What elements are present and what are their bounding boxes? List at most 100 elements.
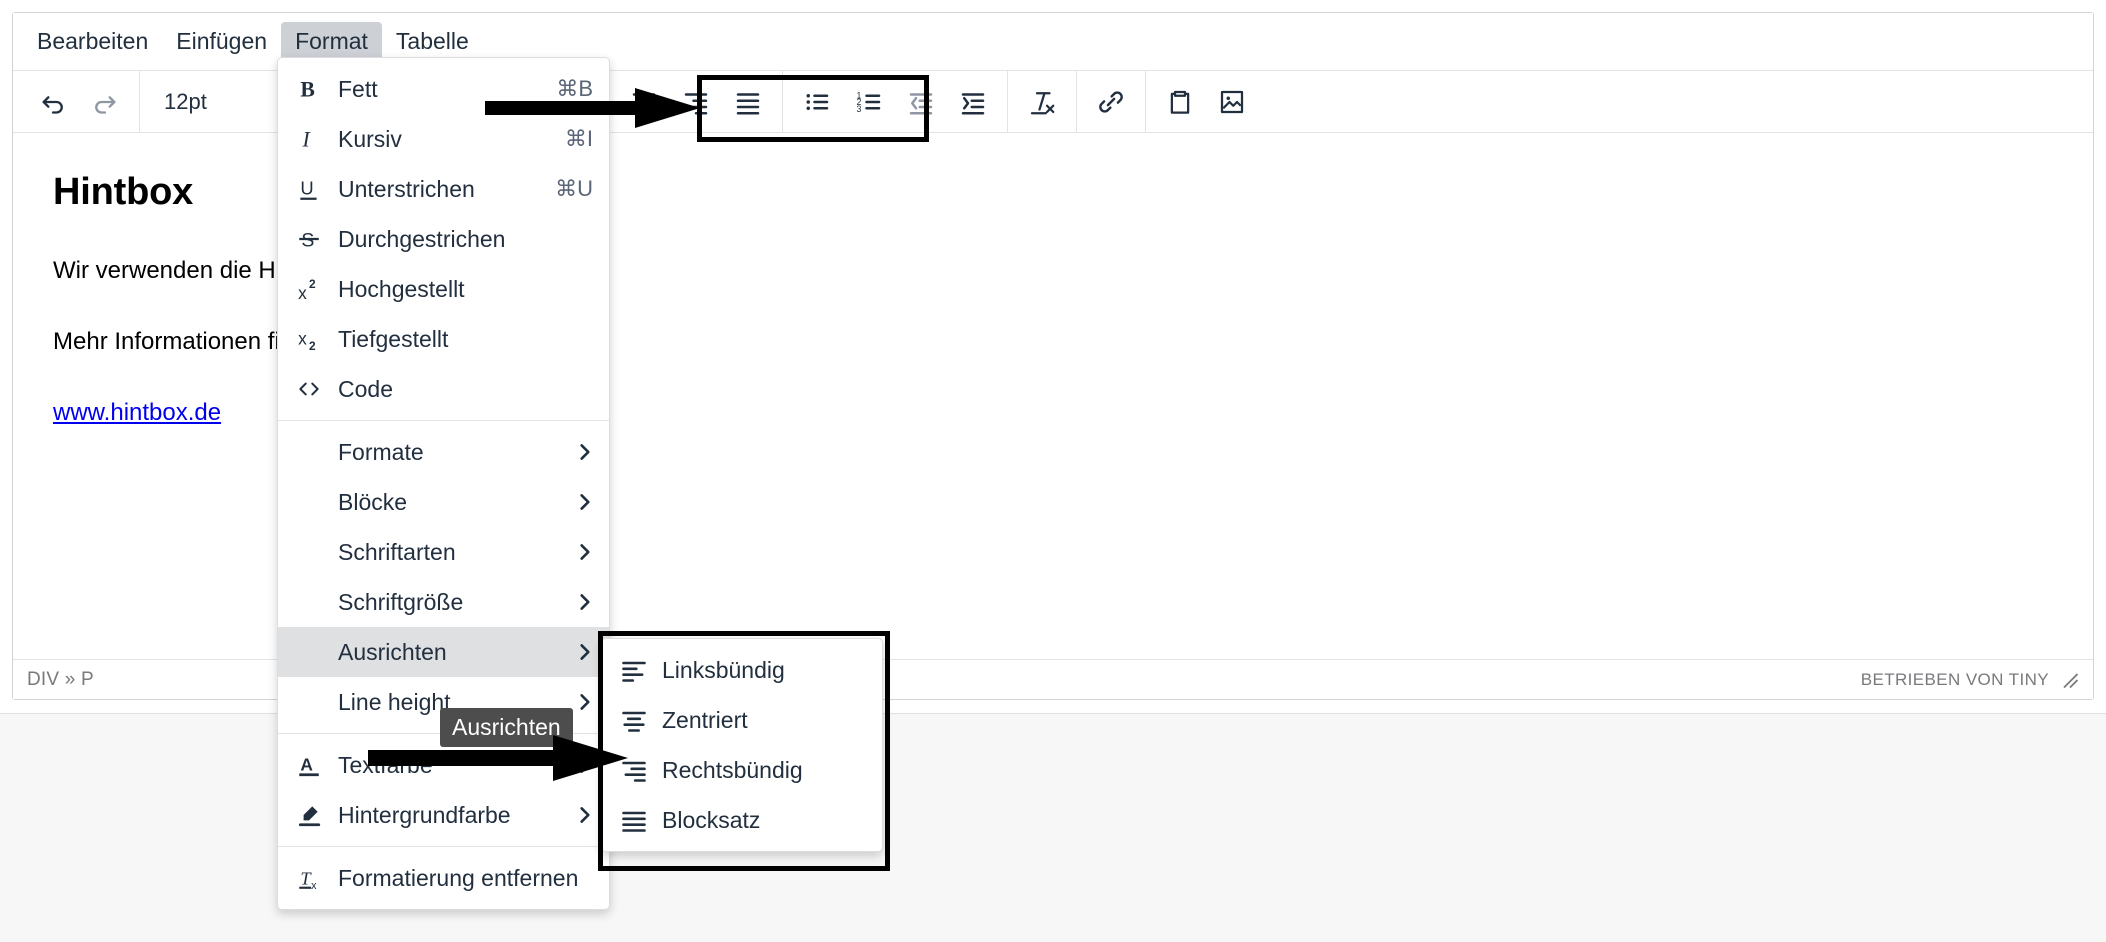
align-center-icon (620, 706, 662, 734)
align-justify-icon (620, 806, 662, 834)
toolbar-group-history (19, 71, 139, 132)
chevron-right-icon (557, 491, 593, 513)
bullet-list-button[interactable] (791, 79, 843, 125)
strikethrough-icon: S (296, 226, 338, 252)
menu-item-label: Ausrichten (338, 638, 447, 665)
chevron-right-icon (557, 591, 593, 613)
menu-item-ausrichten[interactable]: Ausrichten (278, 627, 609, 677)
menu-item-code[interactable]: Code (278, 364, 609, 414)
fontsize-select[interactable]: 12pt (148, 79, 298, 125)
menu-item-fett[interactable]: B Fett ⌘B (278, 64, 609, 114)
align-center-button[interactable] (618, 79, 670, 125)
element-path[interactable]: DIV » P (27, 669, 94, 691)
submenu-item-rechtsbuendig[interactable]: Rechtsbündig (602, 745, 882, 795)
align-justify-button[interactable] (722, 79, 774, 125)
clear-formatting-icon: T x (296, 865, 338, 891)
superscript-icon: x2 (296, 276, 338, 302)
align-right-button[interactable] (670, 79, 722, 125)
redo-button[interactable] (79, 79, 131, 125)
document-link[interactable]: www.hintbox.de (53, 399, 221, 427)
link-button[interactable] (1085, 79, 1137, 125)
image-button[interactable] (1206, 79, 1258, 125)
svg-text:S: S (301, 230, 314, 252)
bold-icon: B (296, 76, 338, 102)
undo-icon (42, 95, 63, 114)
subscript-icon: x2 (296, 326, 338, 352)
chevron-right-icon (557, 541, 593, 563)
menu-item-schriftgroesse[interactable]: Schriftgröße (278, 577, 609, 627)
menu-item-label: Formate (338, 438, 424, 465)
outdent-button[interactable] (895, 79, 947, 125)
indent-button[interactable] (947, 79, 999, 125)
menu-item-hochgestellt[interactable]: x2 Hochgestellt (278, 264, 609, 314)
menu-item-label: Tiefgestellt (338, 325, 449, 352)
svg-text:U: U (300, 177, 313, 198)
svg-text:x: x (298, 283, 307, 302)
numbered-list-icon: 1 2 3 (857, 90, 881, 114)
chevron-right-icon (557, 441, 593, 463)
menu-item-shortcut: ⌘U (555, 176, 593, 201)
menu-item-label: Hochgestellt (338, 275, 465, 302)
menu-item-shortcut: ⌘B (556, 76, 593, 101)
menu-item-label: Schriftarten (338, 538, 456, 565)
menu-item-tiefgestellt[interactable]: x2 Tiefgestellt (278, 314, 609, 364)
chevron-right-icon (557, 641, 593, 663)
menu-item-durchgestrichen[interactable]: S Durchgestrichen (278, 214, 609, 264)
menu-item-hintergrundfarbe[interactable]: Hintergrundfarbe (278, 790, 609, 840)
bullet-list-icon (806, 93, 829, 110)
svg-text:2: 2 (309, 339, 316, 352)
menu-item-kursiv[interactable]: I Kursiv ⌘I (278, 114, 609, 164)
resize-grip-icon[interactable] (2061, 671, 2079, 689)
menubar-item-einfuegen[interactable]: Einfügen (162, 22, 281, 61)
statusbar-right: BETRIEBEN VON TINY (1861, 670, 2079, 690)
menu-item-label: Code (338, 375, 393, 402)
numbered-list-button[interactable]: 1 2 3 (843, 79, 895, 125)
redo-icon (95, 95, 116, 114)
powered-by-label: BETRIEBEN VON TINY (1860, 669, 2049, 689)
background-color-icon (296, 802, 338, 828)
image-icon (1220, 90, 1244, 113)
submenu-item-label: Rechtsbündig (662, 756, 803, 783)
paste-icon (1170, 90, 1190, 114)
menu-item-label: Textfarbe (338, 751, 433, 778)
menu-item-label: Formatierung entfernen (338, 864, 579, 891)
paste-button[interactable] (1154, 79, 1206, 125)
submenu-item-label: Linksbündig (662, 656, 785, 683)
menu-item-label: Schriftgröße (338, 588, 464, 615)
submenu-item-linksbuendig[interactable]: Linksbündig (602, 645, 882, 695)
menu-item-label: Durchgestrichen (338, 225, 506, 252)
menu-item-schriftarten[interactable]: Schriftarten (278, 527, 609, 577)
toolbar-group-link (1077, 71, 1145, 132)
menu-item-formate[interactable]: Formate (278, 427, 609, 477)
toolbar-group-insert (1146, 71, 1266, 132)
menu-item-label: Kursiv (338, 125, 402, 152)
align-left-icon (620, 656, 662, 684)
menu-item-formatierung-entfernen[interactable]: T x Formatierung entfernen (278, 853, 609, 903)
menu-separator-1 (278, 420, 609, 421)
menubar-item-bearbeiten[interactable]: Bearbeiten (23, 22, 162, 61)
indent-icon (961, 92, 985, 114)
menu-item-textfarbe[interactable]: A Textfarbe (278, 740, 609, 790)
menu-item-label: Hintergrundfarbe (338, 801, 511, 828)
clear-formatting-icon (1030, 91, 1055, 114)
menubar-item-format[interactable]: Format (281, 22, 382, 61)
svg-text:x: x (311, 880, 317, 891)
menu-item-unterstrichen[interactable]: U Unterstrichen ⌘U (278, 164, 609, 214)
link-icon (1099, 90, 1123, 113)
text-color-icon: A (296, 752, 338, 778)
submenu-item-label: Zentriert (662, 706, 748, 733)
toolbar-group-lists: 1 2 3 (783, 71, 1007, 132)
underline-icon: U (296, 176, 338, 202)
menu-item-label: Fett (338, 75, 378, 102)
undo-button[interactable] (27, 79, 79, 125)
submenu-item-zentriert[interactable]: Zentriert (602, 695, 882, 745)
svg-text:2: 2 (309, 277, 316, 291)
align-center-icon (632, 92, 656, 114)
menu-item-shortcut: ⌘I (564, 126, 593, 151)
chevron-right-icon (557, 754, 593, 776)
toolbar-group-clear (1008, 71, 1076, 132)
menu-item-bloecke[interactable]: Blöcke (278, 477, 609, 527)
submenu-item-blocksatz[interactable]: Blocksatz (602, 795, 882, 845)
clear-formatting-button[interactable] (1016, 79, 1068, 125)
menubar-item-tabelle[interactable]: Tabelle (382, 22, 483, 61)
